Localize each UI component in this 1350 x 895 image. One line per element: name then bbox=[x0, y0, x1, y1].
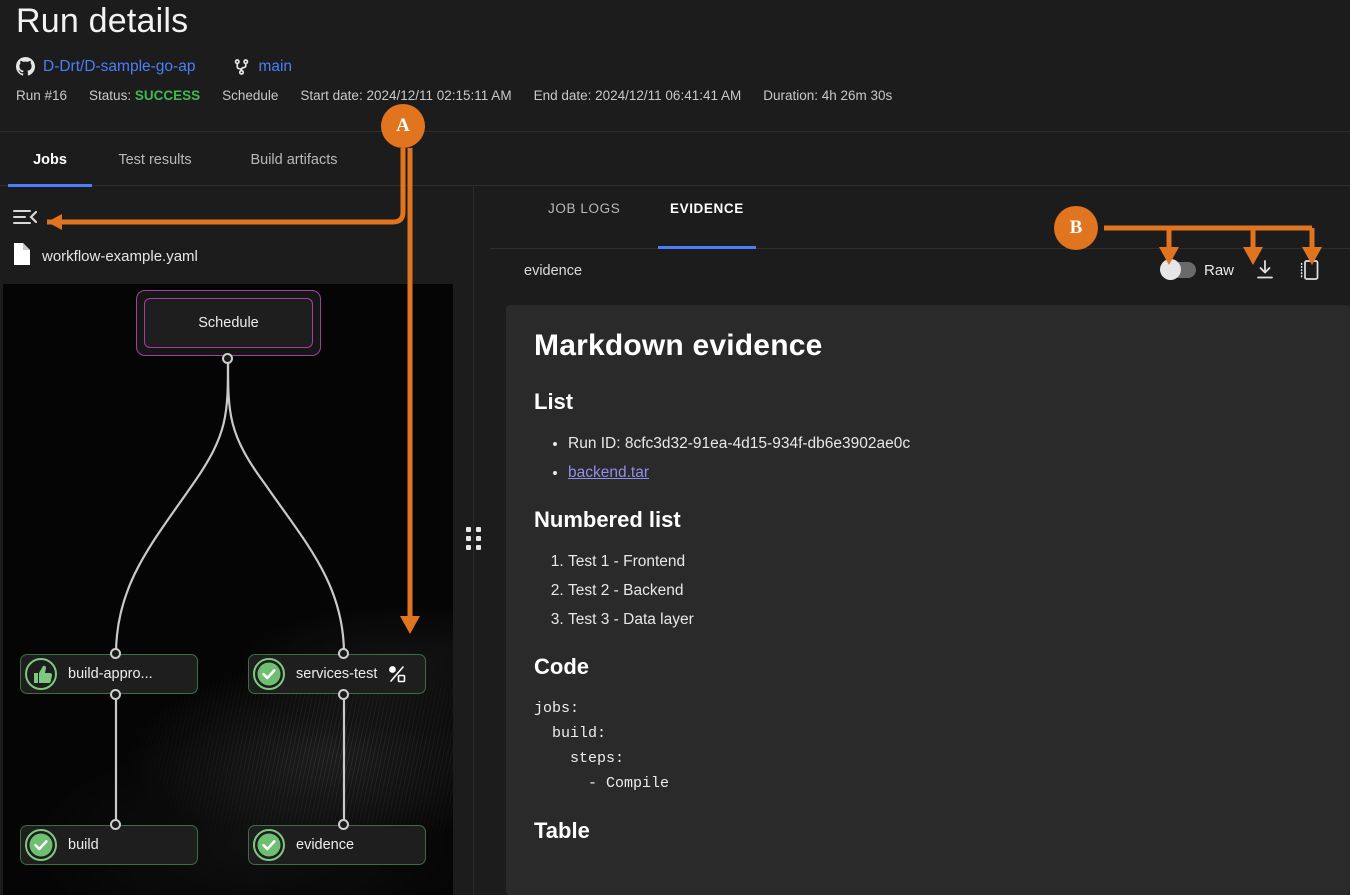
graph-node-schedule[interactable]: Schedule bbox=[136, 290, 321, 356]
list-item: Run ID: 8cfc3d32-91ea-4d15-934f-db6e3902… bbox=[568, 431, 1322, 456]
main-tabbar: Jobs Test results Build artifacts bbox=[0, 131, 1350, 186]
graph-node-label: services-test bbox=[296, 666, 377, 682]
markdown-evidence-card: Markdown evidence List Run ID: 8cfc3d32-… bbox=[506, 305, 1350, 895]
list-item: Test 3 - Data layer bbox=[568, 607, 1322, 632]
open-in-new-icon[interactable] bbox=[1296, 257, 1322, 283]
evidence-action-group: Raw bbox=[1162, 257, 1322, 283]
raw-toggle-label: Raw bbox=[1204, 262, 1234, 279]
page-title: Run details bbox=[16, 2, 188, 41]
graph-port bbox=[110, 819, 121, 830]
status-label: Status: bbox=[89, 88, 131, 103]
tab-test-results[interactable]: Test results bbox=[102, 132, 208, 187]
run-details-page: Run details D-Drt/D-sample-go-ap bbox=[0, 0, 1350, 895]
subtab-job-logs[interactable]: JOB LOGS bbox=[548, 201, 620, 249]
panel-divider bbox=[456, 187, 490, 895]
evidence-toolbar: evidence Raw bbox=[490, 249, 1350, 297]
download-icon[interactable] bbox=[1252, 257, 1278, 283]
graph-edges bbox=[3, 284, 453, 895]
tab-build-artifacts[interactable]: Build artifacts bbox=[226, 132, 362, 187]
backend-tar-link[interactable]: backend.tar bbox=[568, 464, 649, 481]
workflow-panel: workflow-example.yaml Schedule bbox=[0, 187, 456, 895]
workflow-file-name: workflow-example.yaml bbox=[42, 248, 198, 265]
workflow-file-row[interactable]: workflow-example.yaml bbox=[12, 243, 198, 270]
tab-jobs[interactable]: Jobs bbox=[8, 132, 92, 187]
graph-node-services-test[interactable]: services-test bbox=[248, 654, 426, 694]
status-value: SUCCESS bbox=[135, 88, 200, 103]
repo-link[interactable]: D-Drt/D-sample-go-ap bbox=[43, 58, 195, 76]
graph-port bbox=[222, 353, 233, 364]
graph-port bbox=[338, 819, 349, 830]
graph-node-label: Schedule bbox=[198, 315, 258, 331]
markdown-heading-table: Table bbox=[534, 818, 1322, 844]
evidence-subtabbar: JOB LOGS EVIDENCE bbox=[490, 187, 1350, 249]
page-header: Run details D-Drt/D-sample-go-ap bbox=[0, 0, 1350, 131]
run-number: Run #16 bbox=[16, 88, 67, 103]
drag-handle-icon[interactable] bbox=[466, 527, 482, 553]
file-icon bbox=[12, 243, 30, 270]
markdown-title: Markdown evidence bbox=[534, 329, 1322, 363]
graph-node-evidence[interactable]: evidence bbox=[248, 825, 426, 865]
markdown-numbered-list: Test 1 - Frontend Test 2 - Backend Test … bbox=[568, 549, 1322, 632]
subtab-evidence[interactable]: EVIDENCE bbox=[670, 201, 744, 249]
evidence-file-name: evidence bbox=[524, 263, 582, 279]
check-circle-icon bbox=[250, 826, 288, 864]
run-duration: Duration: 4h 26m 30s bbox=[763, 88, 892, 103]
run-start-date: Start date: 2024/12/11 02:15:11 AM bbox=[300, 88, 511, 103]
markdown-heading-numbered: Numbered list bbox=[534, 507, 1322, 533]
evidence-panel: JOB LOGS EVIDENCE evidence Raw bbox=[490, 187, 1350, 895]
check-circle-icon bbox=[250, 655, 288, 693]
list-item: backend.tar bbox=[568, 460, 1322, 485]
run-status: Status: SUCCESS bbox=[89, 88, 200, 103]
graph-node-build-approval[interactable]: build-appro... bbox=[20, 654, 198, 694]
thumbs-up-icon bbox=[22, 655, 60, 693]
graph-port bbox=[110, 648, 121, 659]
graph-node-label: build bbox=[68, 837, 99, 853]
list-item: Test 2 - Backend bbox=[568, 578, 1322, 603]
graph-node-build[interactable]: build bbox=[20, 825, 198, 865]
list-item: Test 1 - Frontend bbox=[568, 549, 1322, 574]
list-item-text: Run ID: 8cfc3d32-91ea-4d15-934f-db6e3902… bbox=[568, 435, 910, 452]
markdown-heading-code: Code bbox=[534, 654, 1322, 680]
run-trigger: Schedule bbox=[222, 88, 278, 103]
graph-node-label: evidence bbox=[296, 837, 354, 853]
repo-breadcrumb: D-Drt/D-sample-go-ap main bbox=[16, 57, 292, 76]
run-end-date: End date: 2024/12/11 06:41:41 AM bbox=[534, 88, 742, 103]
git-branch-icon bbox=[233, 58, 250, 76]
graph-node-label: build-appro... bbox=[68, 666, 153, 682]
branch-link[interactable]: main bbox=[258, 58, 292, 76]
run-metadata: Run #16 Status: SUCCESS Schedule Start d… bbox=[16, 88, 914, 103]
matrix-icon bbox=[387, 664, 407, 684]
graph-port bbox=[110, 689, 121, 700]
markdown-bullet-list: Run ID: 8cfc3d32-91ea-4d15-934f-db6e3902… bbox=[568, 431, 1322, 485]
graph-port bbox=[338, 689, 349, 700]
markdown-code-block: jobs: build: steps: - Compile bbox=[534, 696, 1322, 796]
github-icon bbox=[16, 57, 35, 76]
collapse-sidebar-icon[interactable] bbox=[12, 207, 40, 229]
raw-toggle[interactable] bbox=[1162, 262, 1196, 278]
markdown-heading-list: List bbox=[534, 389, 1322, 415]
graph-node-schedule-inner: Schedule bbox=[144, 298, 313, 348]
check-circle-icon bbox=[22, 826, 60, 864]
raw-toggle-knob bbox=[1160, 259, 1181, 280]
graph-port bbox=[338, 648, 349, 659]
workflow-graph[interactable]: Schedule build-appro... bbox=[3, 284, 453, 895]
